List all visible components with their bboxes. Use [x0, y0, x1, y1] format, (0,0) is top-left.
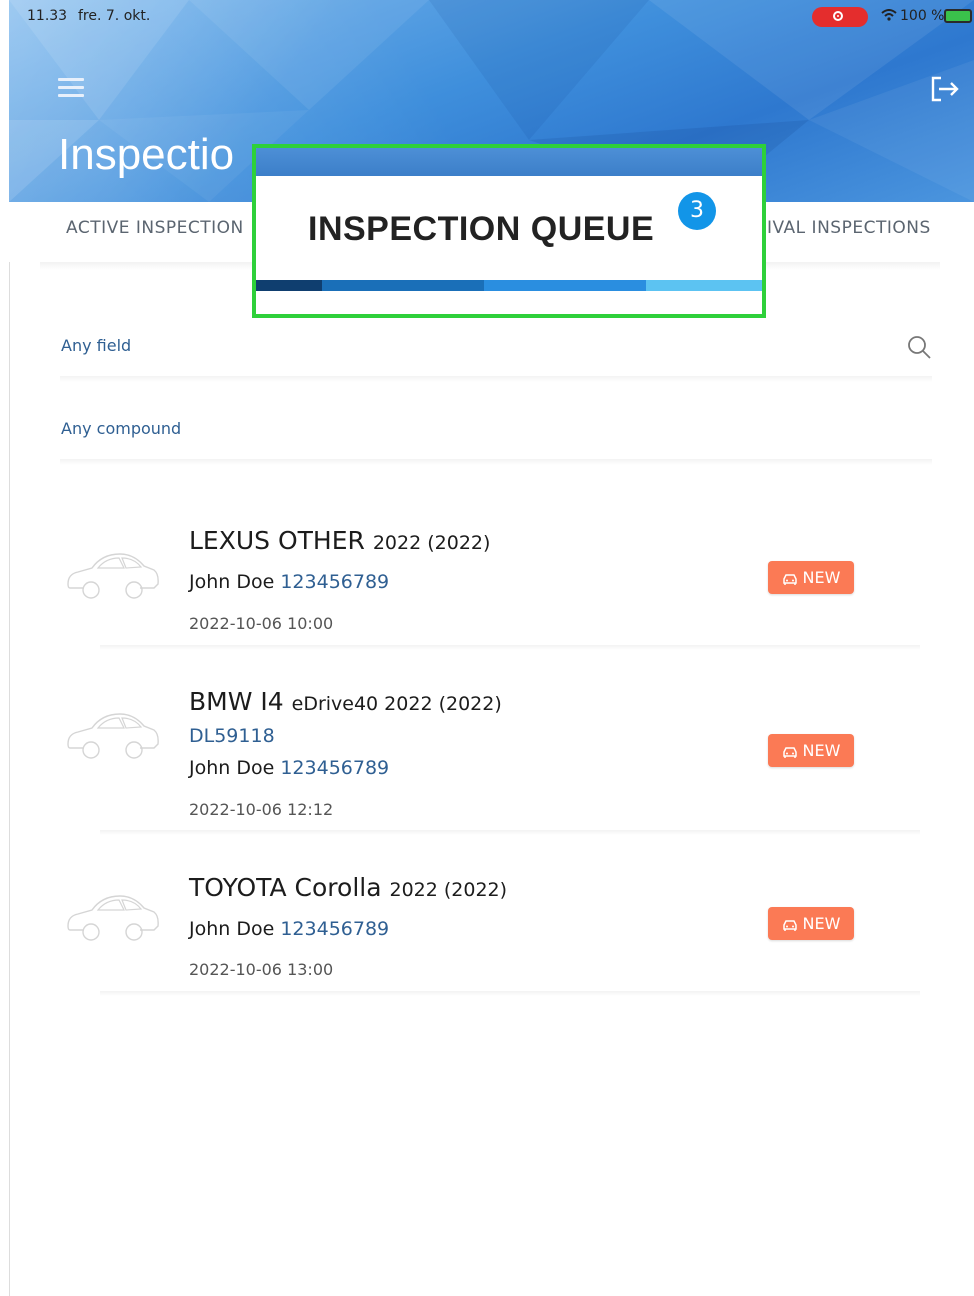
vehicle-name: TOYOTA Corolla 2022 (2022)	[189, 873, 508, 902]
row-divider	[100, 991, 920, 996]
inspection-queue-title: INSPECTION QUEUE	[308, 210, 655, 248]
car-icon	[67, 713, 159, 759]
menu-icon[interactable]	[58, 78, 84, 98]
list-item[interactable]: BMW I4 eDrive40 2022 (2022) DL59118 John…	[40, 680, 940, 835]
inspection-queue-tab-highlight[interactable]: INSPECTION QUEUE 3	[252, 144, 766, 318]
owner-line: John Doe 123456789	[189, 918, 390, 940]
status-badge: NEW	[768, 561, 854, 594]
inspection-date: 2022-10-06 10:00	[189, 614, 334, 633]
list-item[interactable]: LEXUS OTHER 2022 (2022) John Doe 1234567…	[40, 520, 940, 650]
owner-line: John Doe 123456789	[189, 757, 390, 779]
inspection-date: 2022-10-06 12:12	[189, 800, 334, 819]
vehicle-name: BMW I4 eDrive40 2022 (2022)	[189, 687, 502, 716]
row-divider	[100, 830, 920, 835]
car-icon	[67, 553, 159, 599]
vehicle-name: LEXUS OTHER 2022 (2022)	[189, 526, 491, 555]
status-badge: NEW	[768, 907, 854, 940]
inspection-date: 2022-10-06 13:00	[189, 960, 334, 979]
wifi-icon	[881, 9, 897, 21]
battery-level: 100 %	[900, 8, 945, 24]
license-plate: DL59118	[189, 725, 275, 747]
tab-active-inspections[interactable]: ACTIVE INSPECTION	[66, 218, 244, 238]
tab-archival-inspections[interactable]: IVAL INSPECTIONS	[767, 218, 931, 238]
page-title: Inspectio	[58, 130, 235, 179]
compound-select-underline	[60, 459, 932, 465]
owner-line: John Doe 123456789	[189, 571, 390, 593]
queue-count-badge: 3	[678, 192, 716, 230]
tab-indicator-bar	[256, 280, 762, 291]
search-field-underline	[60, 376, 932, 382]
row-divider	[100, 645, 920, 650]
status-time: 11.33	[27, 8, 68, 24]
battery-icon	[944, 9, 972, 23]
search-field-label[interactable]: Any field	[61, 336, 131, 355]
record-icon	[812, 7, 868, 27]
popup-header-strip	[256, 148, 762, 176]
search-icon[interactable]	[906, 334, 932, 360]
status-date: fre. 7. okt.	[78, 8, 151, 24]
compound-select[interactable]: Any compound	[61, 419, 181, 438]
status-badge: NEW	[768, 734, 854, 767]
list-item[interactable]: TOYOTA Corolla 2022 (2022) John Doe 1234…	[40, 866, 940, 996]
logout-icon[interactable]	[929, 74, 961, 104]
car-icon	[67, 895, 159, 941]
